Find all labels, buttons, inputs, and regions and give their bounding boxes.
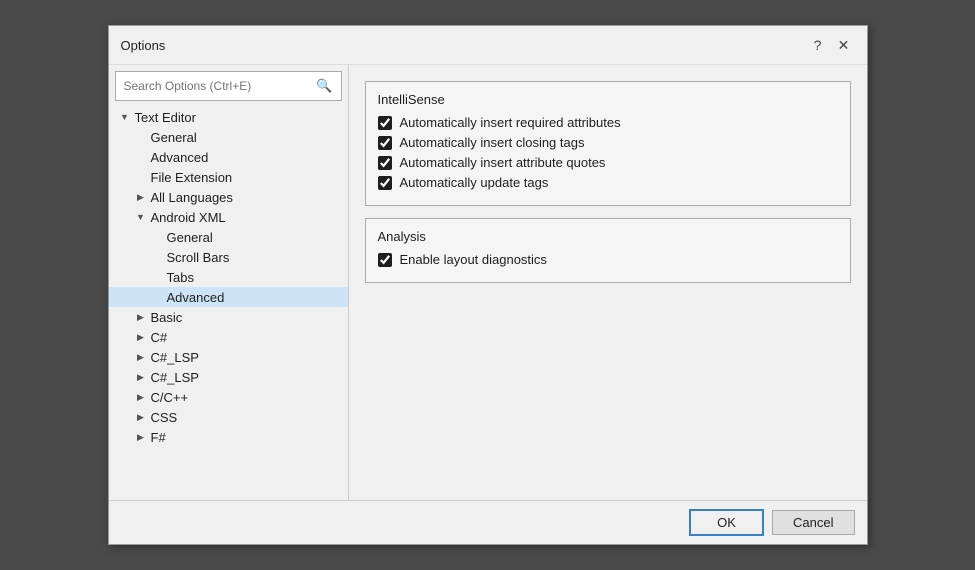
- label-auto-insert-quotes: Automatically insert attribute quotes: [400, 155, 606, 170]
- tree-label-css: CSS: [149, 410, 178, 425]
- checkbox-row-auto-insert-closing: Automatically insert closing tags: [378, 135, 838, 150]
- expand-icon-file-extension: [133, 169, 149, 185]
- intellisense-title: IntelliSense: [378, 92, 838, 107]
- tree-item-cpp[interactable]: ▶ C/C++: [109, 387, 348, 407]
- tree-label-general-ax: General: [165, 230, 213, 245]
- tree-label-all-languages: All Languages: [149, 190, 233, 205]
- expand-icon-tabs: [149, 269, 165, 285]
- checkbox-auto-insert-quotes[interactable]: [378, 156, 392, 170]
- title-bar-left: Options: [121, 38, 166, 53]
- checkbox-enable-layout-diag[interactable]: [378, 253, 392, 267]
- tree-item-advanced[interactable]: Advanced: [109, 287, 348, 307]
- tree-label-general: General: [149, 130, 197, 145]
- tree-item-text-editor[interactable]: ▼ Text Editor: [109, 107, 348, 127]
- expand-icon-css: ▶: [133, 409, 149, 425]
- expand-icon-csharp: ▶: [133, 329, 149, 345]
- tree-item-scroll-bars[interactable]: Scroll Bars: [109, 247, 348, 267]
- tree-item-fsharp[interactable]: ▶ F#: [109, 427, 348, 447]
- tree-item-csharp-lsp2[interactable]: ▶ C#_LSP: [109, 367, 348, 387]
- checkbox-auto-update-tags[interactable]: [378, 176, 392, 190]
- help-button[interactable]: ?: [807, 34, 829, 56]
- tree-item-csharp-lsp1[interactable]: ▶ C#_LSP: [109, 347, 348, 367]
- options-dialog: Options ? ✕ 🔍 ▼ Text Editor: [108, 25, 868, 545]
- expand-icon-fsharp: ▶: [133, 429, 149, 445]
- expand-icon-csharp-lsp1: ▶: [133, 349, 149, 365]
- title-bar: Options ? ✕: [109, 26, 867, 65]
- search-icon: 🔍: [316, 78, 332, 94]
- tree-label-text-editor: Text Editor: [133, 110, 196, 125]
- tree-label-csharp-lsp2: C#_LSP: [149, 370, 199, 385]
- tree-label-csharp: C#: [149, 330, 168, 345]
- tree-item-css[interactable]: ▶ CSS: [109, 407, 348, 427]
- checkbox-row-auto-update-tags: Automatically update tags: [378, 175, 838, 190]
- tree-label-tabs: Tabs: [165, 270, 194, 285]
- left-panel: 🔍 ▼ Text Editor General Advanced: [109, 65, 349, 500]
- tree-item-all-languages[interactable]: ▶ All Languages: [109, 187, 348, 207]
- expand-icon-general-ax: [149, 229, 165, 245]
- label-auto-insert-required: Automatically insert required attributes: [400, 115, 621, 130]
- checkbox-auto-insert-required[interactable]: [378, 116, 392, 130]
- expand-icon-scroll-bars: [149, 249, 165, 265]
- tree-container: ▼ Text Editor General Advanced File Exte…: [109, 107, 348, 500]
- expand-icon-advanced: [149, 289, 165, 305]
- search-box[interactable]: 🔍: [115, 71, 342, 101]
- tree-item-file-extension[interactable]: File Extension: [109, 167, 348, 187]
- tree-label-scroll-bars: Scroll Bars: [165, 250, 230, 265]
- dialog-title: Options: [121, 38, 166, 53]
- cancel-button[interactable]: Cancel: [772, 510, 854, 535]
- expand-icon-android-xml: ▼: [133, 209, 149, 225]
- label-enable-layout-diag: Enable layout diagnostics: [400, 252, 547, 267]
- expand-icon-all-languages: ▶: [133, 189, 149, 205]
- tree-label-file-extension: File Extension: [149, 170, 233, 185]
- dialog-footer: OK Cancel: [109, 500, 867, 544]
- checkbox-row-enable-layout-diag: Enable layout diagnostics: [378, 252, 838, 267]
- expand-icon-cpp: ▶: [133, 389, 149, 405]
- analysis-title: Analysis: [378, 229, 838, 244]
- title-bar-right: ? ✕: [807, 34, 855, 56]
- tree-label-basic: Basic: [149, 310, 183, 325]
- intellisense-section: IntelliSense Automatically insert requir…: [365, 81, 851, 206]
- right-panel: IntelliSense Automatically insert requir…: [349, 65, 867, 500]
- close-button[interactable]: ✕: [833, 34, 855, 56]
- tree-label-advanced: Advanced: [165, 290, 225, 305]
- checkbox-row-auto-insert-quotes: Automatically insert attribute quotes: [378, 155, 838, 170]
- analysis-section: Analysis Enable layout diagnostics: [365, 218, 851, 283]
- tree-item-general-ax[interactable]: General: [109, 227, 348, 247]
- ok-button[interactable]: OK: [689, 509, 764, 536]
- tree-item-general[interactable]: General: [109, 127, 348, 147]
- label-auto-update-tags: Automatically update tags: [400, 175, 549, 190]
- expand-icon-basic: ▶: [133, 309, 149, 325]
- expand-icon-text-editor: ▼: [117, 109, 133, 125]
- tree-label-cpp: C/C++: [149, 390, 189, 405]
- tree-label-fsharp: F#: [149, 430, 166, 445]
- label-auto-insert-closing: Automatically insert closing tags: [400, 135, 585, 150]
- checkbox-auto-insert-closing[interactable]: [378, 136, 392, 150]
- dialog-body: 🔍 ▼ Text Editor General Advanced: [109, 65, 867, 500]
- expand-icon-csharp-lsp2: ▶: [133, 369, 149, 385]
- tree-item-tabs[interactable]: Tabs: [109, 267, 348, 287]
- tree-item-android-xml[interactable]: ▼ Android XML: [109, 207, 348, 227]
- expand-icon-advanced-te: [133, 149, 149, 165]
- expand-icon-general: [133, 129, 149, 145]
- tree-item-csharp[interactable]: ▶ C#: [109, 327, 348, 347]
- tree-item-basic[interactable]: ▶ Basic: [109, 307, 348, 327]
- search-input[interactable]: [124, 79, 317, 93]
- checkbox-row-auto-insert-required: Automatically insert required attributes: [378, 115, 838, 130]
- tree-label-advanced-te: Advanced: [149, 150, 209, 165]
- tree-label-android-xml: Android XML: [149, 210, 226, 225]
- tree-item-advanced-te[interactable]: Advanced: [109, 147, 348, 167]
- tree-label-csharp-lsp1: C#_LSP: [149, 350, 199, 365]
